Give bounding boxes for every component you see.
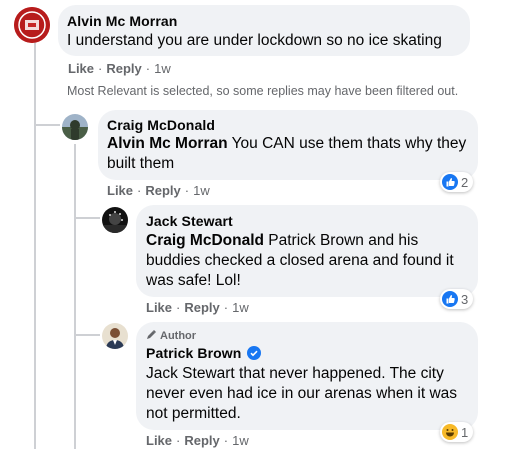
mention-link[interactable]: Craig McDonald — [146, 232, 264, 249]
thread-connector — [74, 334, 100, 336]
author-badge: Author — [146, 329, 196, 343]
avatar[interactable] — [62, 114, 88, 140]
reaction-summary[interactable]: 1 — [440, 422, 474, 442]
reply-button[interactable]: Reply — [106, 61, 141, 76]
comment-author[interactable]: Jack Stewart — [146, 213, 233, 229]
comment-actions: Like · Reply · 1w — [107, 183, 210, 198]
avatar-image — [62, 114, 88, 140]
comment-actions: Like · Reply · 1w — [68, 61, 171, 76]
comment-author[interactable]: Alvin Mc Morran — [67, 13, 177, 29]
comment-author[interactable]: Patrick Brown — [146, 345, 262, 363]
comment-time[interactable]: 1w — [154, 61, 171, 76]
comment-actions: Like · Reply · 1w — [146, 300, 249, 315]
thread-line — [74, 144, 76, 449]
reply-button[interactable]: Reply — [184, 433, 219, 448]
thread-connector — [34, 124, 60, 126]
avatar[interactable] — [102, 207, 128, 233]
like-reaction-icon — [442, 291, 458, 307]
like-button[interactable]: Like — [146, 300, 172, 315]
comment-text: Craig McDonald Patrick Brown and his bud… — [146, 231, 471, 291]
reaction-summary[interactable]: 2 — [440, 172, 474, 192]
avatar-image — [102, 323, 128, 349]
reaction-count: 3 — [461, 291, 469, 307]
comment-time[interactable]: 1w — [193, 183, 210, 198]
reaction-count: 2 — [461, 174, 469, 190]
like-button[interactable]: Like — [107, 183, 133, 198]
comment-author[interactable]: Craig McDonald — [107, 117, 215, 133]
avatar[interactable] — [14, 7, 50, 43]
filter-notice: Most Relevant is selected, so some repli… — [67, 84, 459, 98]
comment-time[interactable]: 1w — [232, 300, 249, 315]
pencil-icon — [146, 329, 157, 343]
like-button[interactable]: Like — [68, 61, 94, 76]
avatar-image — [102, 207, 128, 233]
like-reaction-icon — [442, 174, 458, 190]
avatar[interactable] — [102, 323, 128, 349]
comment-text: I understand you are under lockdown so n… — [67, 32, 442, 49]
like-button[interactable]: Like — [146, 433, 172, 448]
comment-text: Alvin Mc Morran You CAN use them thats w… — [107, 134, 469, 174]
verified-badge-icon — [247, 346, 262, 363]
avatar-image — [14, 7, 50, 43]
reply-button[interactable]: Reply — [145, 183, 180, 198]
mention-link[interactable]: Alvin Mc Morran — [107, 135, 228, 152]
comment-text: Jack Stewart that never happened. The ci… — [146, 365, 458, 422]
thread-connector — [34, 96, 60, 126]
reply-button[interactable]: Reply — [184, 300, 219, 315]
comment-time[interactable]: 1w — [232, 433, 249, 448]
reaction-summary[interactable]: 3 — [440, 289, 474, 309]
thread-connector — [74, 217, 100, 219]
reaction-count: 1 — [461, 424, 469, 440]
haha-reaction-icon — [442, 424, 458, 440]
comment-actions: Like · Reply · 1w — [146, 433, 249, 448]
